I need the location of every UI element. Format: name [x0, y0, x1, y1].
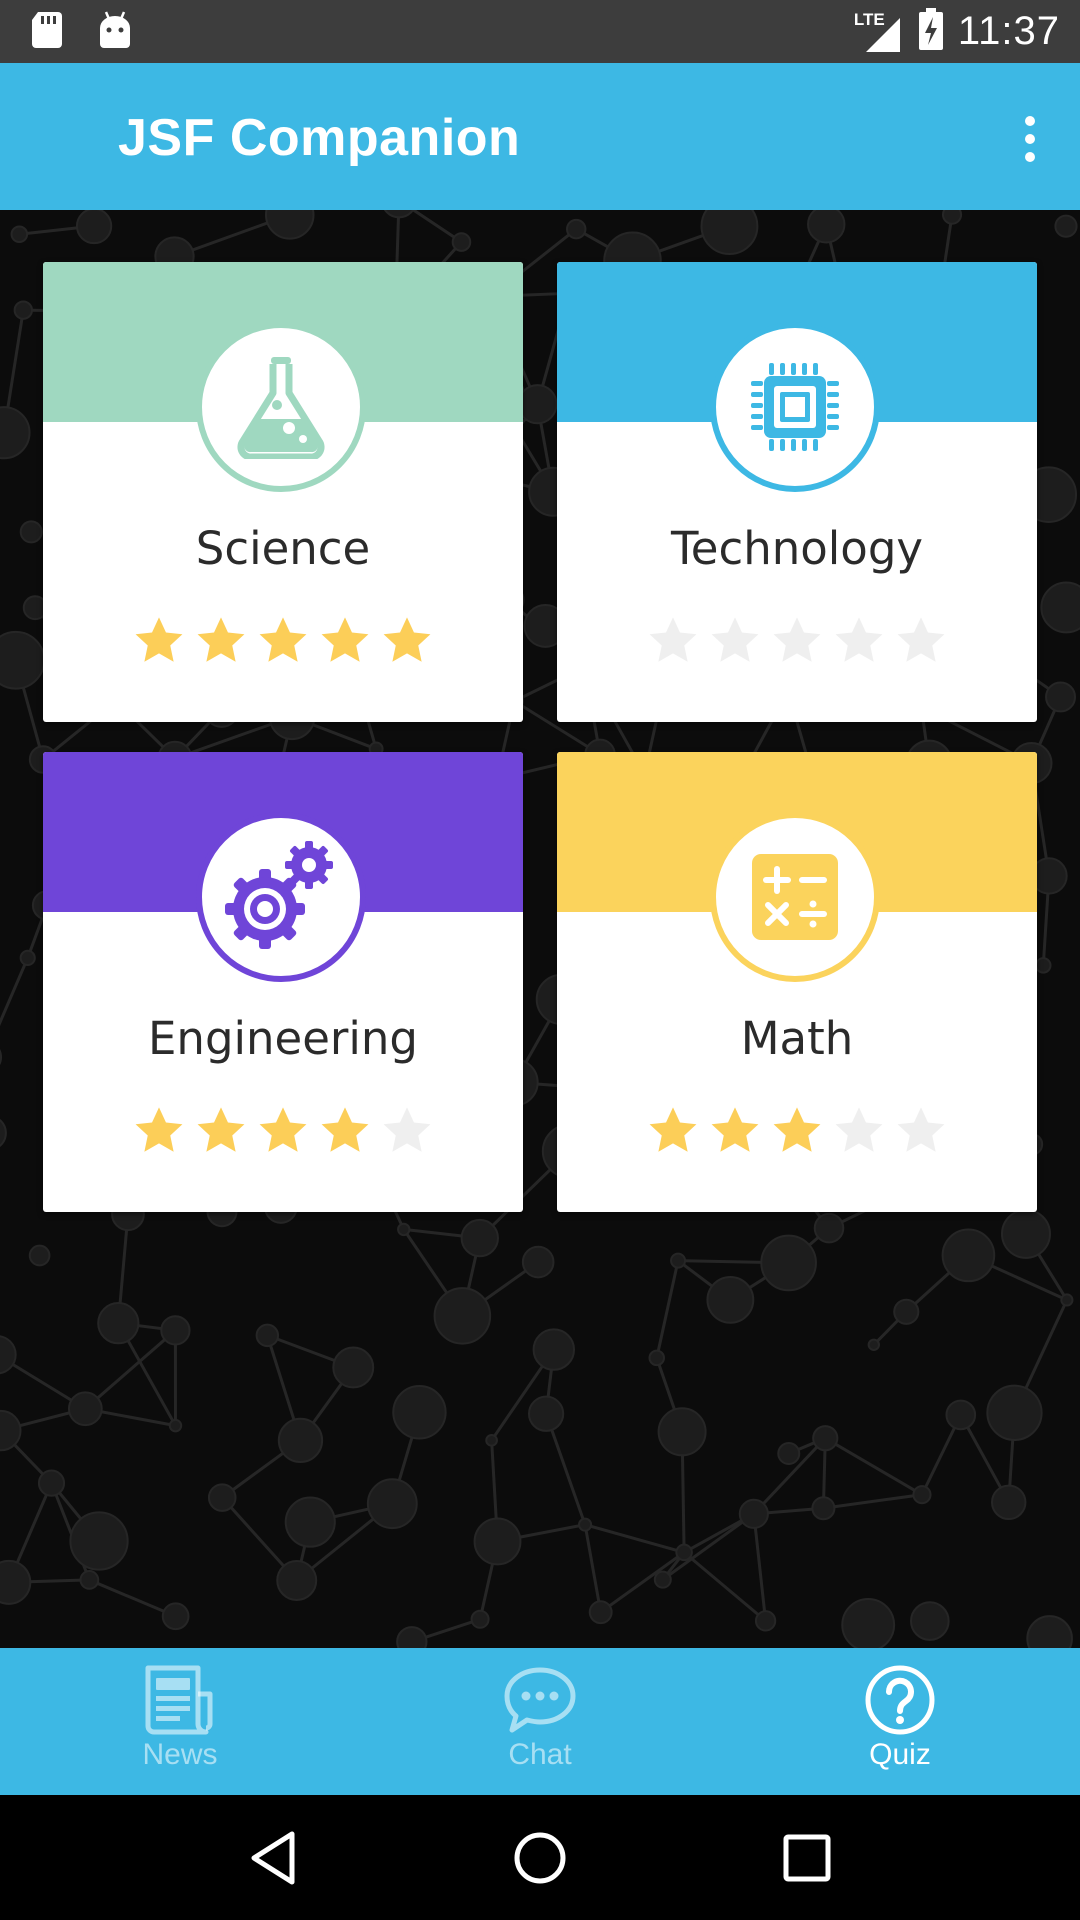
card-badge	[196, 812, 366, 982]
nav-item-news[interactable]: News	[0, 1648, 360, 1795]
nav-item-chat[interactable]: Chat	[360, 1648, 720, 1795]
chip-icon	[751, 363, 839, 451]
star-empty-icon	[835, 617, 883, 662]
nav-item-quiz[interactable]: Quiz	[720, 1648, 1080, 1795]
battery-charging-icon	[918, 7, 944, 56]
lte-signal-icon: LTE	[854, 10, 904, 54]
quiz-card-math[interactable]: Math	[557, 752, 1037, 1212]
card-badge	[196, 322, 366, 492]
newspaper-icon	[145, 1665, 213, 1735]
star-filled-icon	[321, 617, 369, 662]
star-empty-icon	[835, 1107, 883, 1152]
chat-bubble-icon	[504, 1667, 576, 1733]
star-filled-icon	[135, 1107, 183, 1152]
card-label: Math	[740, 1012, 854, 1065]
star-rating	[43, 1104, 523, 1158]
star-rating	[43, 614, 523, 668]
card-badge	[710, 812, 880, 982]
quiz-card-engineering[interactable]: Engineering	[43, 752, 523, 1212]
star-rating	[557, 1104, 1037, 1158]
nav-label-quiz: Quiz	[869, 1738, 931, 1771]
quiz-content: Science Technology Engineering Math	[0, 210, 1080, 1648]
star-filled-icon	[321, 1107, 369, 1152]
bottom-navigation: News Chat Quiz	[0, 1648, 1080, 1795]
quiz-card-science[interactable]: Science	[43, 262, 523, 722]
nav-label-news: News	[142, 1738, 218, 1771]
question-circle-icon	[865, 1665, 935, 1735]
star-filled-icon	[259, 1107, 307, 1152]
star-filled-icon	[711, 1107, 759, 1152]
star-filled-icon	[135, 617, 183, 662]
star-filled-icon	[259, 617, 307, 662]
star-empty-icon	[897, 617, 945, 662]
overflow-menu-icon[interactable]	[1002, 108, 1058, 170]
sd-card-icon	[30, 10, 64, 55]
back-icon[interactable]	[233, 1818, 313, 1898]
card-label: Engineering	[148, 1012, 418, 1065]
status-bar: LTE 11:37	[0, 0, 1080, 63]
star-empty-icon	[711, 617, 759, 662]
nav-label-chat: Chat	[508, 1738, 572, 1771]
status-time: 11:37	[957, 9, 1060, 53]
flask-icon	[237, 357, 325, 459]
star-empty-icon	[383, 1107, 431, 1152]
star-empty-icon	[773, 617, 821, 662]
quiz-card-technology[interactable]: Technology	[557, 262, 1037, 722]
star-filled-icon	[197, 1107, 245, 1152]
star-rating	[557, 614, 1037, 668]
recents-icon[interactable]	[767, 1818, 847, 1898]
star-filled-icon	[649, 1107, 697, 1152]
star-filled-icon	[773, 1107, 821, 1152]
card-badge	[710, 322, 880, 492]
star-filled-icon	[383, 617, 431, 662]
star-empty-icon	[897, 1107, 945, 1152]
system-navigation	[0, 1795, 1080, 1920]
calculator-icon	[752, 854, 838, 940]
home-icon[interactable]	[500, 1818, 580, 1898]
app-title: JSF Companion	[118, 109, 521, 167]
android-icon	[98, 10, 132, 55]
card-label: Technology	[670, 522, 924, 575]
star-empty-icon	[649, 617, 697, 662]
gears-icon	[225, 841, 333, 949]
app-bar: JSF Companion	[0, 63, 1080, 210]
card-label: Science	[195, 522, 371, 575]
star-filled-icon	[197, 617, 245, 662]
